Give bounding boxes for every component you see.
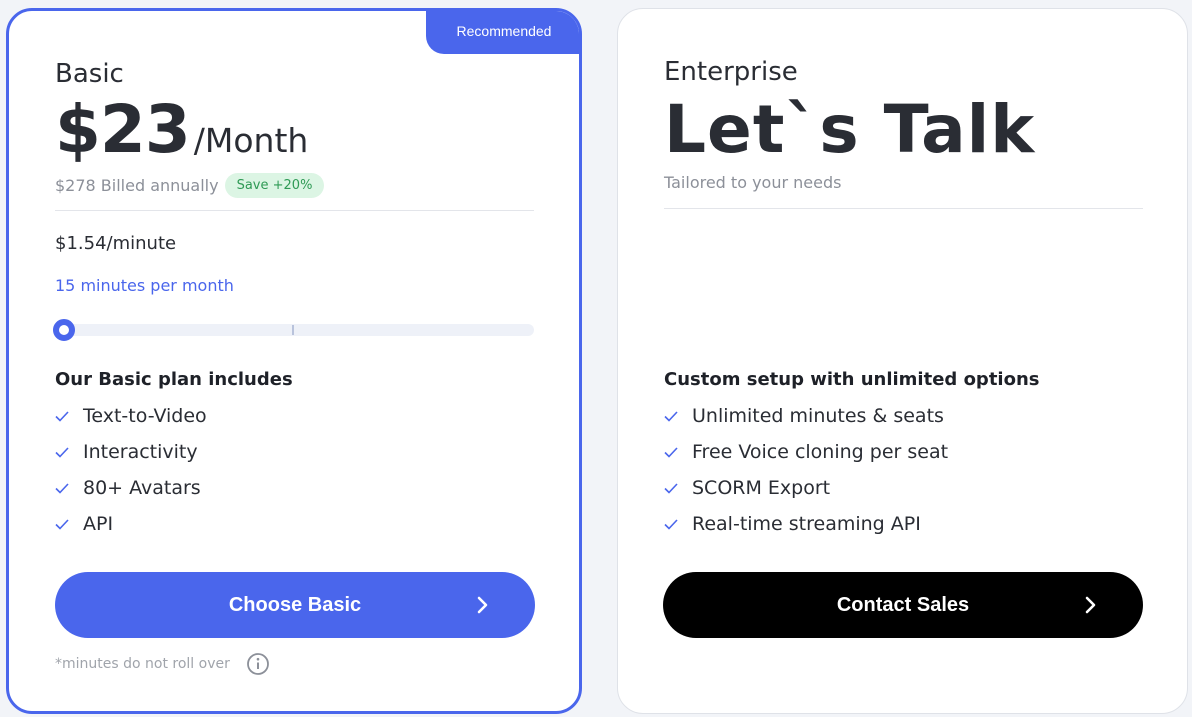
check-icon xyxy=(55,483,69,494)
basic-feature-list: Text-to-Video Interactivity 80+ Avatars … xyxy=(55,398,207,542)
divider xyxy=(664,208,1143,209)
feature-label: SCORM Export xyxy=(692,477,831,499)
billing-info: $278 Billed annually Save +20% xyxy=(55,173,325,198)
feature-item: Free Voice cloning per seat xyxy=(664,434,948,470)
includes-title: Our Basic plan includes xyxy=(55,369,293,390)
enterprise-plan-card: Enterprise Let`s Talk Tailored to your n… xyxy=(617,8,1188,714)
feature-item: API xyxy=(55,506,207,542)
price-unit: /Month xyxy=(193,121,309,160)
enterprise-feature-list: Unlimited minutes & seats Free Voice clo… xyxy=(664,398,948,542)
feature-label: Interactivity xyxy=(83,441,198,463)
feature-label: 80+ Avatars xyxy=(83,477,201,499)
check-icon xyxy=(55,519,69,530)
footnote: *minutes do not roll over xyxy=(55,652,270,676)
price-amount: $23 xyxy=(55,91,191,168)
footnote-text: *minutes do not roll over xyxy=(55,656,230,672)
plan-name: Basic xyxy=(55,59,124,89)
enterprise-subtitle: Tailored to your needs xyxy=(664,173,842,192)
feature-item: Text-to-Video xyxy=(55,398,207,434)
billed-annually-text: $278 Billed annually xyxy=(55,176,219,195)
contact-sales-label: Contact Sales xyxy=(836,593,970,616)
recommended-badge: Recommended xyxy=(426,11,579,54)
check-icon xyxy=(664,483,678,494)
plan-name: Enterprise xyxy=(664,57,798,87)
divider xyxy=(55,210,534,211)
slider-tick xyxy=(292,325,294,335)
check-icon xyxy=(55,447,69,458)
enterprise-headline: Let`s Talk xyxy=(664,91,1036,168)
choose-basic-button[interactable]: Choose Basic xyxy=(55,572,535,638)
save-badge: Save +20% xyxy=(224,173,325,198)
feature-item: SCORM Export xyxy=(664,470,948,506)
per-minute-price: $1.54/minute xyxy=(55,233,177,254)
feature-item: 80+ Avatars xyxy=(55,470,207,506)
minutes-slider[interactable] xyxy=(57,324,534,336)
feature-item: Unlimited minutes & seats xyxy=(664,398,948,434)
basic-plan-card: Recommended Basic $23 /Month $278 Billed… xyxy=(6,8,582,714)
feature-label: Unlimited minutes & seats xyxy=(692,405,944,427)
feature-label: API xyxy=(83,513,114,535)
feature-label: Text-to-Video xyxy=(83,405,207,427)
price-row: $23 /Month xyxy=(55,91,308,168)
choose-basic-label: Choose Basic xyxy=(228,593,362,616)
chevron-right-icon xyxy=(477,596,488,614)
check-icon xyxy=(664,447,678,458)
minutes-per-month-label: 15 minutes per month xyxy=(55,276,234,295)
feature-item: Real-time streaming API xyxy=(664,506,948,542)
check-icon xyxy=(664,519,678,530)
check-icon xyxy=(55,411,69,422)
includes-title: Custom setup with unlimited options xyxy=(664,369,1040,390)
feature-label: Free Voice cloning per seat xyxy=(692,441,949,463)
slider-thumb[interactable] xyxy=(53,319,75,341)
info-icon[interactable] xyxy=(246,652,270,676)
chevron-right-icon xyxy=(1085,596,1096,614)
contact-sales-button[interactable]: Contact Sales xyxy=(663,572,1143,638)
check-icon xyxy=(664,411,678,422)
feature-label: Real-time streaming API xyxy=(692,513,921,535)
feature-item: Interactivity xyxy=(55,434,207,470)
